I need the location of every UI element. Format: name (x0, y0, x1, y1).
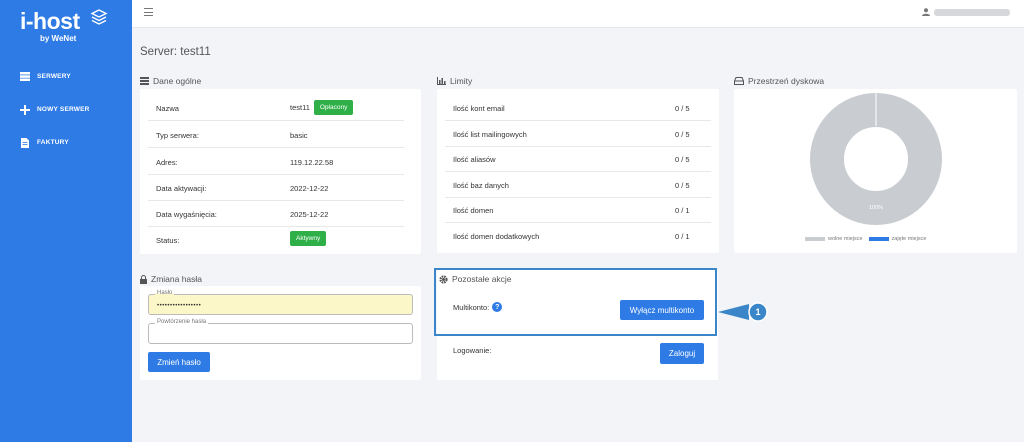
info-row-status: Status: Aktywny (148, 227, 404, 253)
general-section-title: Dane ogólne (140, 76, 201, 86)
logo-subtitle: by WeNet (40, 34, 77, 43)
server-icon (19, 72, 31, 81)
page-title: Server: test11 (140, 46, 211, 58)
password-field-label: Hasło (155, 290, 175, 296)
user-menu[interactable] (922, 8, 1010, 16)
info-value: 119.12.22.58 (290, 158, 334, 167)
info-row-address: Adres: 119.12.22.58 (148, 149, 404, 175)
hard-drive-icon (734, 77, 744, 85)
info-value: 2022-12-22 (290, 184, 329, 193)
info-value: 2025-12-22 (290, 210, 329, 219)
limits-card: Ilość kont email 0 / 5 Ilość list mailin… (437, 89, 719, 253)
menu-icon[interactable] (144, 8, 153, 16)
limit-value: 0 / 5 (675, 181, 690, 190)
disk-donut-chart: 100% (810, 93, 942, 225)
info-value: test11 Opłacony (290, 100, 354, 115)
limit-row: Ilość aliasów 0 / 5 (445, 146, 711, 172)
limit-row: Ilość list mailingowych 0 / 5 (445, 121, 711, 147)
limit-row: Ilość baz danych 0 / 5 (445, 172, 711, 198)
password-repeat-field[interactable]: Powtórzenie hasła (148, 319, 413, 344)
info-row-expiry: Data wygaśnięcia: 2025-12-22 (148, 201, 404, 227)
section-title-text: Zmiana hasła (151, 274, 203, 284)
callout-number: 1 (755, 307, 760, 317)
password-card: Hasło ••••••••••••••••• Powtórzenie hasł… (140, 286, 421, 380)
info-row-activation: Data aktywacji: 2022-12-22 (148, 175, 404, 201)
info-key: Adres: (156, 158, 178, 167)
limit-key: Ilość aliasów (453, 155, 496, 164)
limit-value: 0 / 1 (675, 232, 690, 241)
sidebar-item-label: NOWY SERWER (37, 106, 90, 113)
callout-marker: 1 (718, 302, 768, 322)
change-password-button[interactable]: Zmień hasło (148, 352, 210, 372)
limit-key: Ilość domen (453, 206, 494, 215)
password-section-title: Zmiana hasła (140, 274, 202, 284)
list-icon (140, 77, 149, 85)
disk-legend: wolne miejsce zajęte miejsce (805, 236, 926, 242)
section-title-text: Limity (450, 76, 473, 86)
info-value: Aktywny (290, 231, 327, 246)
info-row-type: Typ serwera: basic (148, 122, 404, 148)
section-title-text: Dane ogólne (153, 76, 202, 86)
limit-row: Ilość kont email 0 / 5 (445, 95, 711, 121)
server-name: test11 (290, 103, 310, 112)
disk-section-title: Przestrzeń dyskowa (734, 76, 824, 86)
stack-icon (90, 9, 108, 25)
user-icon (922, 8, 930, 16)
sidebar-item-label: FAKTURY (37, 139, 69, 146)
limits-section-title: Limity (437, 76, 472, 86)
topbar (132, 0, 1024, 28)
limit-key: Ilość kont email (453, 104, 505, 113)
info-key: Data aktywacji: (156, 184, 207, 193)
plus-icon (19, 104, 31, 115)
donut-percent-label: 100% (869, 205, 883, 211)
password-field-value: ••••••••••••••••• (157, 303, 202, 309)
section-title-text: Przestrzeń dyskowa (748, 76, 825, 86)
password-field[interactable]: Hasło ••••••••••••••••• (148, 290, 413, 315)
legend-swatch-used (868, 237, 889, 241)
legend-free-label: wolne miejsce (828, 236, 863, 242)
info-row-name: Nazwa test11 Opłacony (148, 95, 404, 121)
sidebar-item-new-server[interactable]: NOWY SERWER (0, 93, 132, 126)
legend-swatch-free (805, 237, 825, 241)
sidebar-item-servers[interactable]: SERWERY (0, 60, 132, 93)
limit-row: Ilość domen 0 / 1 (445, 197, 711, 223)
logo[interactable]: i-host by WeNet (20, 6, 115, 46)
limit-row: Ilość domen dodatkowych 0 / 1 (445, 223, 711, 249)
legend-used-label: zajęte miejsce (891, 236, 927, 242)
limit-key: Ilość list mailingowych (453, 130, 527, 139)
info-key: Typ serwera: (156, 131, 199, 140)
lock-icon (140, 274, 147, 284)
limit-value: 0 / 5 (675, 155, 690, 164)
login-button[interactable]: Zaloguj (660, 343, 704, 364)
status-badge: Aktywny (290, 231, 327, 246)
limit-key: Ilość domen dodatkowych (453, 232, 540, 241)
limit-key: Ilość baz danych (453, 181, 509, 190)
highlight-box (434, 268, 717, 336)
info-key: Nazwa (156, 104, 179, 113)
limit-value: 0 / 5 (675, 104, 690, 113)
info-key: Status: (156, 236, 180, 245)
info-value: basic (290, 131, 308, 140)
invoice-icon (19, 137, 31, 148)
sidebar-item-invoices[interactable]: FAKTURY (0, 126, 132, 159)
general-card: Nazwa test11 Opłacony Typ serwera: basic… (140, 89, 421, 254)
bar-chart-icon (437, 77, 446, 85)
disk-card: 100% (734, 89, 1017, 253)
login-label: Logowanie: (453, 346, 492, 355)
limit-value: 0 / 5 (675, 130, 690, 139)
logo-text: i-host (20, 8, 80, 34)
sidebar-item-label: SERWERY (37, 73, 71, 80)
sidebar-nav: SERWERY NOWY SERWER FAKTURY (0, 60, 132, 159)
info-key: Data wygaśnięcia: (156, 210, 217, 219)
sidebar: i-host by WeNet SERWERY NOWY SERWER FAKT… (0, 0, 132, 442)
password-repeat-label: Powtórzenie hasła (155, 319, 209, 325)
paid-badge: Opłacony (313, 100, 354, 115)
user-name-blurred (934, 8, 1010, 16)
limit-value: 0 / 1 (675, 206, 690, 215)
